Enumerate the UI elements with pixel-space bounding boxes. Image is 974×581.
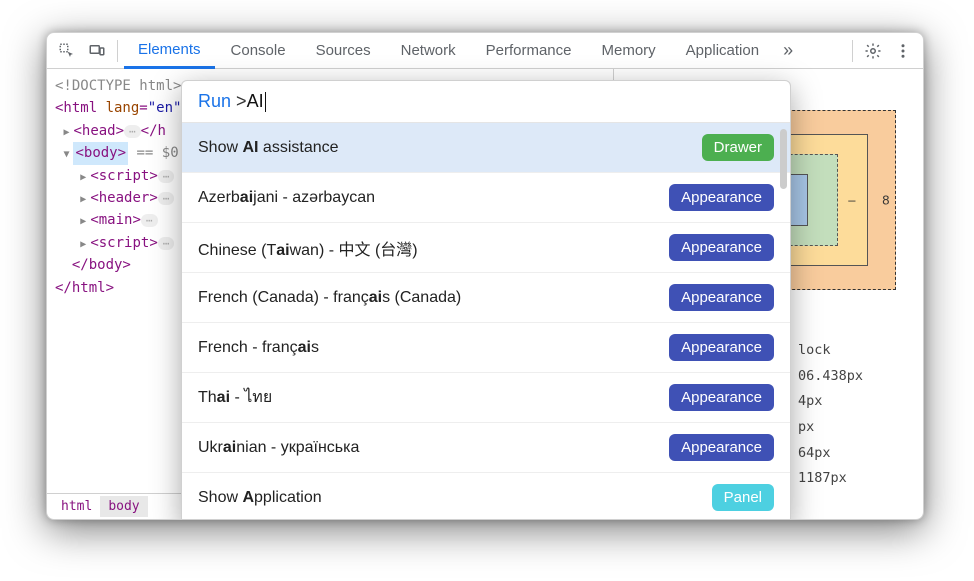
dom-selected-body[interactable]: <body> — [73, 142, 128, 164]
command-item-label: French (Canada) - français (Canada) — [198, 289, 461, 307]
devtools-window: Elements Console Sources Network Perform… — [46, 32, 924, 520]
dom-html-open[interactable]: <html lang="en"> — [55, 100, 190, 116]
command-menu: Run >AI Show AI assistance Drawer Azerba… — [181, 80, 791, 520]
tab-sources[interactable]: Sources — [302, 33, 385, 69]
expand-arrow-icon[interactable] — [63, 145, 73, 161]
expand-arrow-icon[interactable] — [80, 235, 90, 251]
expand-arrow-icon[interactable] — [80, 168, 90, 184]
tab-application[interactable]: Application — [672, 33, 773, 69]
command-item-label: Show Application — [198, 489, 322, 507]
tab-elements[interactable]: Elements — [124, 33, 215, 69]
breadcrumb-body[interactable]: body — [100, 496, 147, 517]
dom-doctype: <!DOCTYPE html> — [55, 78, 181, 94]
ellipsis-icon[interactable]: ⋯ — [158, 170, 175, 183]
expand-arrow-icon[interactable] — [80, 190, 90, 206]
dom-html-close: </html> — [55, 280, 114, 296]
command-item-label: Ukrainian - українська — [198, 439, 359, 457]
ellipsis-icon[interactable]: ⋯ — [158, 237, 175, 250]
inspect-icon[interactable] — [53, 37, 81, 65]
selected-indicator: == $0 — [136, 145, 178, 161]
command-prefix: Run — [198, 91, 231, 111]
command-item-label: French - français — [198, 339, 319, 357]
command-item[interactable]: French - français Appearance — [182, 323, 790, 373]
command-item[interactable]: Azerbaijani - azərbaycan Appearance — [182, 173, 790, 223]
tab-performance[interactable]: Performance — [472, 33, 586, 69]
expand-arrow-icon[interactable] — [63, 123, 73, 139]
command-item-badge: Appearance — [669, 234, 774, 261]
scrollbar[interactable] — [780, 129, 787, 189]
ellipsis-icon[interactable]: ⋯ — [141, 214, 158, 227]
dom-body-close: </body> — [72, 257, 131, 273]
command-item-label: Chinese (Taiwan) - 中文 (台灣) — [198, 236, 418, 260]
text-cursor — [265, 92, 266, 112]
command-item-badge: Appearance — [669, 184, 774, 211]
kebab-menu-icon[interactable] — [889, 37, 917, 65]
tab-console[interactable]: Console — [217, 33, 300, 69]
command-item-badge: Drawer — [702, 134, 774, 161]
command-item-badge: Appearance — [669, 334, 774, 361]
settings-icon[interactable] — [859, 37, 887, 65]
device-mode-icon[interactable] — [83, 37, 111, 65]
command-item-badge: Appearance — [669, 434, 774, 461]
command-input[interactable]: Run >AI — [182, 81, 790, 123]
command-item-label: Azerbaijani - azərbaycan — [198, 189, 375, 207]
command-item[interactable]: Show Application Panel — [182, 473, 790, 520]
toolbar-divider — [852, 40, 853, 62]
command-results: Show AI assistance Drawer Azerbaijani - … — [182, 123, 790, 520]
command-marker: > — [236, 91, 247, 111]
main-toolbar: Elements Console Sources Network Perform… — [47, 33, 923, 69]
expand-arrow-icon[interactable] — [80, 212, 90, 228]
box-model-margin-right[interactable]: 8 — [882, 193, 889, 208]
box-model-border-right[interactable]: – — [848, 193, 855, 208]
command-item-badge: Appearance — [669, 284, 774, 311]
breadcrumb-html[interactable]: html — [53, 496, 100, 517]
command-item[interactable]: French (Canada) - français (Canada) Appe… — [182, 273, 790, 323]
command-item-label: Thai - ไทย — [198, 385, 272, 410]
ellipsis-icon[interactable]: ⋯ — [158, 192, 175, 205]
command-item[interactable]: Chinese (Taiwan) - 中文 (台灣) Appearance — [182, 223, 790, 273]
tab-memory[interactable]: Memory — [588, 33, 670, 69]
command-item[interactable]: Show AI assistance Drawer — [182, 123, 790, 173]
command-item[interactable]: Ukrainian - українська Appearance — [182, 423, 790, 473]
tab-network[interactable]: Network — [387, 33, 470, 69]
command-item-label: Show AI assistance — [198, 139, 339, 157]
command-query: AI — [247, 91, 264, 111]
tabs-overflow-icon[interactable]: » — [775, 40, 801, 61]
command-item-badge: Panel — [712, 484, 774, 511]
command-item-badge: Appearance — [669, 384, 774, 411]
command-item[interactable]: Thai - ไทย Appearance — [182, 373, 790, 423]
toolbar-divider — [117, 40, 118, 62]
ellipsis-icon[interactable]: ⋯ — [124, 125, 141, 138]
